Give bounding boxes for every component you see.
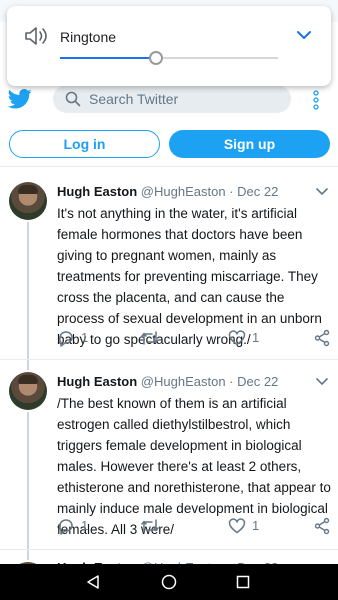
tweet-date[interactable]: Dec 22 [237,184,278,199]
recents-icon[interactable] [236,575,250,589]
share-button[interactable] [314,329,332,347]
reply-icon [59,331,73,347]
author-name[interactable]: Hugh Easton [57,374,137,389]
like-count: 1 [252,330,260,345]
tweet-header: Hugh Easton @HughEaston · Dec 22 [57,374,278,389]
reply-count: 1 [81,518,89,533]
back-icon[interactable] [86,575,100,589]
volume-slider-fill [60,57,156,59]
tweet-header: Hugh Easton @HughEaston · Dec 22 [57,184,278,199]
volume-panel: Ringtone [7,6,331,86]
speaker-icon[interactable] [23,25,49,47]
reply-icon [59,519,73,535]
tweet-text: It's not anything in the water, it's art… [57,206,322,347]
chevron-down-icon[interactable] [316,378,328,386]
share-button[interactable] [314,517,332,535]
more-vertical-icon[interactable] [311,89,321,111]
header-separator: · [229,374,234,389]
reply-count: 1 [81,330,89,345]
divider [0,166,338,167]
chevron-down-icon[interactable] [316,188,328,196]
volume-slider[interactable] [60,51,278,65]
heart-icon [228,518,246,534]
tweet-text: /The best known of them is an artificial… [57,396,331,537]
divider [0,359,338,360]
retweet-icon [141,519,159,533]
avatar[interactable] [9,182,47,220]
like-button[interactable]: 1 [228,329,268,347]
signup-button[interactable]: Sign up [169,130,330,158]
header-separator: · [229,184,234,199]
system-navigation-bar [0,564,338,600]
author-handle[interactable]: @HughEaston [141,184,226,199]
avatar[interactable] [9,372,47,410]
volume-stream-label: Ringtone [60,29,117,45]
divider [0,549,338,550]
share-icon [314,517,330,535]
search-icon [65,91,81,107]
chevron-down-icon[interactable] [295,26,313,44]
author-name[interactable]: Hugh Easton [57,184,137,199]
home-icon[interactable] [161,574,177,590]
author-handle[interactable]: @HughEaston [141,374,226,389]
tweet[interactable]: Hugh Easton @HughEaston · Dec 22 It's no… [0,176,338,356]
search-input[interactable]: Search Twitter [53,85,291,113]
share-icon [314,329,330,347]
login-button[interactable]: Log in [9,130,160,158]
search-placeholder: Search Twitter [89,91,179,107]
retweet-button[interactable] [140,329,162,347]
reply-button[interactable]: 1 [57,329,97,347]
tweet[interactable]: Hugh Easton @HughEaston · Dec 22 /The be… [0,366,338,546]
reply-button[interactable]: 1 [57,517,97,535]
twitter-bird-icon[interactable] [8,88,32,110]
tweet-date[interactable]: Dec 22 [237,374,278,389]
like-count: 1 [252,518,260,533]
volume-slider-thumb[interactable] [148,51,163,65]
like-button[interactable]: 1 [228,517,268,535]
retweet-icon [141,331,159,345]
heart-icon [228,330,246,346]
app-bar: Search Twitter [0,80,338,120]
retweet-button[interactable] [140,517,162,535]
